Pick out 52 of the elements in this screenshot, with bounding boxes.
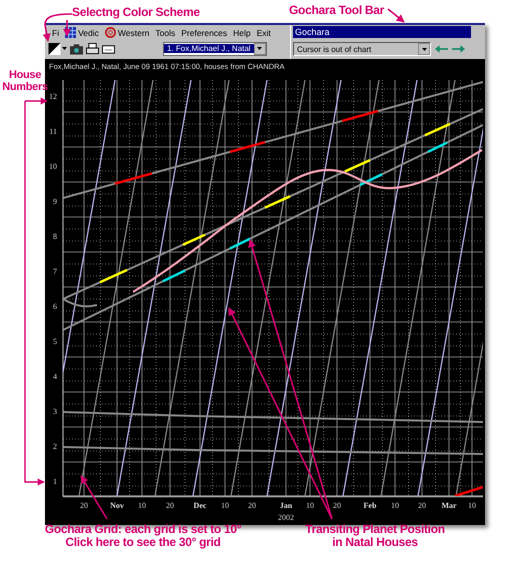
menu-item[interactable]: Tools (155, 28, 176, 38)
date-label: 20 (80, 501, 88, 510)
year-label: 2002 (278, 513, 294, 522)
house-number: 3 (53, 407, 57, 416)
menu-item[interactable]: Preferences (181, 28, 228, 38)
menu-item[interactable]: Western (118, 28, 150, 38)
cursor-status-dropdown[interactable]: Cursor is out of chart (293, 42, 431, 56)
date-label: 20 (248, 501, 256, 510)
printer-icon[interactable] (86, 42, 99, 54)
annotation-arrow (80, 475, 108, 520)
house-number: 11 (49, 127, 57, 136)
toolbar-title: Gochara (293, 26, 471, 38)
date-label: Dec (194, 501, 206, 510)
house-number: 2 (53, 442, 57, 451)
date-label: 10 (138, 501, 146, 510)
camera-icon[interactable] (70, 42, 83, 54)
card-icon[interactable] (102, 42, 115, 54)
menu-item[interactable]: Help (233, 28, 251, 38)
house-number: 8 (53, 232, 57, 241)
date-label: 10 (468, 501, 476, 510)
date-label: 20 (166, 501, 174, 510)
house-number: 10 (49, 162, 57, 171)
annotation-label: Selectng Color Scheme (72, 5, 200, 19)
color-scheme-icon[interactable] (48, 42, 61, 54)
house-number: 9 (53, 197, 57, 206)
date-label: 20 (333, 501, 341, 510)
date-label: 10 (306, 501, 314, 510)
chart-selector[interactable]: 1. Fox,Michael J., Natal (163, 42, 267, 56)
date-label: Feb (364, 501, 376, 510)
date-label: Jan (280, 501, 292, 510)
annotation-arrow (388, 8, 405, 23)
annotation-label: Gochara Tool Bar (289, 3, 384, 17)
date-label: Mar (441, 501, 457, 510)
house-number: 1 (53, 477, 57, 486)
house-number: 5 (53, 337, 57, 346)
wheel-icon[interactable] (104, 27, 116, 38)
house-number: 12 (49, 92, 57, 101)
menu-item[interactable]: Vedic (78, 28, 99, 38)
menu-item[interactable]: Exit (256, 28, 271, 38)
date-label: 20 (418, 501, 426, 510)
caret-icon[interactable] (62, 47, 67, 50)
date-label: Nov (110, 501, 124, 510)
caret-icon (422, 48, 426, 50)
menu-item[interactable]: Fi (52, 28, 60, 38)
date-label: 10 (391, 501, 399, 510)
date-label: 10 (221, 501, 229, 510)
annotation-label: Transiting Planet Position in Natal Houses (304, 523, 446, 549)
house-number: 4 (53, 372, 57, 381)
house-number: 7 (53, 267, 57, 276)
caret-icon (257, 47, 262, 50)
house-number: 6 (53, 302, 57, 311)
annotation-label: Gochara Grid: each grid is set to 10° Click here to see the 30° grid (44, 523, 242, 549)
